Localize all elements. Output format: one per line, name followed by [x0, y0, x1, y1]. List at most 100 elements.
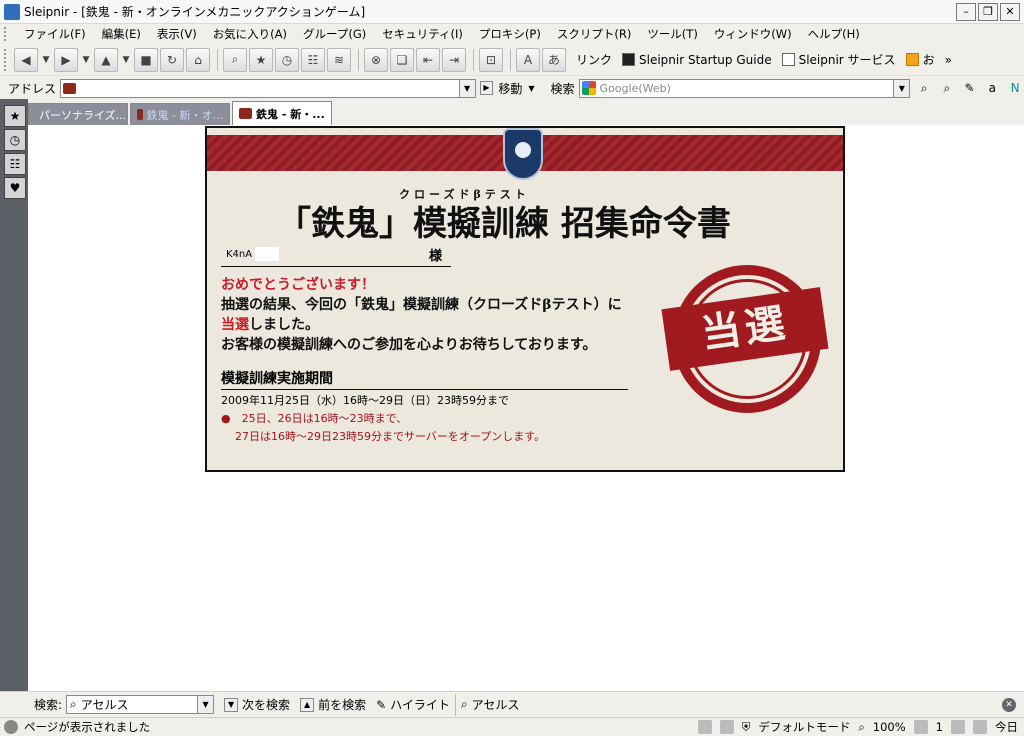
chevron-more-icon[interactable]: » — [945, 53, 952, 67]
menu-help[interactable]: ヘルプ(H) — [800, 26, 868, 42]
emblem-icon — [503, 128, 543, 180]
tab-personalize[interactable]: パーソナライズ... — [28, 103, 128, 125]
menu-script[interactable]: スクリプト(R) — [549, 26, 639, 42]
search-icon[interactable]: ⌕ — [915, 79, 933, 97]
menu-grip[interactable] — [4, 27, 8, 41]
tab-tekki-1[interactable]: 鉄鬼 - 新・オ... — [130, 103, 230, 125]
tree-view-icon[interactable]: ☷ — [4, 153, 26, 175]
rss-icon[interactable]: ≋ — [327, 47, 351, 72]
rss-feed-icon — [905, 53, 919, 66]
go-button[interactable]: 移動 — [498, 80, 522, 97]
amazon-icon[interactable]: a — [983, 79, 1001, 97]
menu-proxy[interactable]: プロキシ(P) — [471, 26, 549, 42]
period-note-1: ● 25日、26日は16時～23時まで、 — [221, 412, 408, 425]
recipient-name: K4nA — [226, 249, 253, 260]
menu-window[interactable]: ウィンドウ(W) — [706, 26, 800, 42]
back-icon[interactable]: ◀ — [14, 47, 38, 72]
home-icon[interactable]: ⌂ — [186, 47, 210, 72]
forward-icon[interactable]: ▶ — [54, 47, 78, 72]
highlight-pen-icon: ✎ — [376, 697, 387, 712]
window-controls: – ❐ ✕ — [956, 3, 1020, 21]
search-label: 検索 — [550, 81, 575, 96]
mode-label[interactable]: デフォルトモード — [758, 719, 850, 735]
close-findbar-icon[interactable]: ✕ — [1002, 698, 1016, 712]
up-dropdown-icon[interactable]: ▼ — [120, 48, 132, 72]
fullscreen-icon[interactable]: ⊡ — [479, 47, 503, 72]
menu-security[interactable]: セキュリティ(I) — [374, 26, 471, 42]
today-label[interactable]: 今日 — [995, 719, 1018, 735]
find-label: 検索: — [34, 698, 63, 712]
find-prev-button[interactable]: ▲ 前を検索 — [300, 696, 366, 713]
close-button[interactable]: ✕ — [1000, 3, 1020, 21]
period-date: 2009年11月25日（水）16時～29日（日）23時59分まで — [221, 394, 509, 407]
menu-edit[interactable]: 編集(E) — [94, 26, 149, 42]
find-next-button[interactable]: ▼ 次を検索 — [224, 696, 290, 713]
menu-bar: ファイル(F) 編集(E) 表示(V) お気に入り(A) グループ(G) セキュ… — [0, 24, 1024, 44]
rss-status-icon[interactable] — [951, 720, 965, 734]
menu-view[interactable]: 表示(V) — [149, 26, 205, 42]
search-page-icon[interactable]: ⌕ — [938, 79, 956, 97]
page-content: クローズドβテスト 「鉄鬼」模擬訓練 招集命令書 K4nA 様 おめでとうござい… — [28, 125, 1024, 691]
history-clock-icon[interactable]: ◷ — [275, 47, 299, 72]
search-panel-icon[interactable]: ⌕ — [223, 47, 247, 72]
link-rss[interactable]: お — [905, 51, 935, 68]
close-all-icon[interactable]: ⊗ — [364, 47, 388, 72]
weather-icon[interactable] — [973, 720, 987, 734]
find-separator — [454, 693, 456, 716]
find-dropdown-icon[interactable]: ▼ — [198, 695, 215, 714]
find-value: アセルス — [80, 698, 129, 712]
info-count[interactable]: 1 — [936, 720, 943, 734]
favorites-star-icon[interactable]: ★ — [4, 105, 26, 127]
stop-icon[interactable]: ■ — [134, 47, 158, 72]
history-icon[interactable]: ◷ — [4, 129, 26, 151]
tree-icon[interactable]: ☷ — [301, 47, 325, 72]
find-input[interactable]: ⌕ アセルス — [66, 695, 199, 714]
google-icon — [581, 81, 596, 95]
zoom-level[interactable]: 100% — [873, 720, 906, 734]
minimize-button[interactable]: – — [956, 3, 976, 21]
reload-icon[interactable]: ↻ — [160, 47, 184, 72]
menu-group[interactable]: グループ(G) — [295, 26, 374, 42]
up-arrow-icon: ▲ — [300, 697, 315, 712]
search-engine-input[interactable]: Google(Web) — [578, 78, 895, 98]
search-icon: ⌕ — [70, 697, 77, 711]
favorites-star-icon[interactable]: ★ — [249, 47, 273, 72]
win-word: 当選 — [221, 317, 249, 333]
menu-favorites[interactable]: お気に入り(A) — [205, 26, 295, 42]
address-input[interactable] — [60, 78, 460, 98]
font-size-icon[interactable]: A — [516, 47, 540, 72]
link-startup-guide[interactable]: Sleipnir Startup Guide — [622, 53, 772, 67]
link-sleipnir-service[interactable]: Sleipnir サービス — [781, 51, 896, 68]
arrange-left-icon[interactable]: ⇤ — [416, 47, 440, 72]
menu-file[interactable]: ファイル(F) — [16, 26, 94, 42]
eye-icon[interactable] — [697, 720, 712, 734]
back-dropdown-icon[interactable]: ▼ — [40, 48, 52, 72]
site-favicon-icon — [137, 109, 143, 120]
highlight-pen-icon[interactable]: ✎ — [961, 79, 979, 97]
link-startup-guide-label: Sleipnir Startup Guide — [639, 52, 772, 67]
tab-tekki-active[interactable]: 鉄鬼 - 新・... — [232, 101, 332, 125]
maximize-button[interactable]: ❐ — [978, 3, 998, 21]
honorific: 様 — [429, 249, 443, 264]
highlight-label: ハイライト — [390, 698, 450, 712]
find-word-button[interactable]: ⌕ アセルス — [461, 696, 520, 713]
period-heading: 模擬訓練実施期間 — [221, 368, 628, 390]
go-arrow-icon[interactable]: ▶ — [479, 81, 494, 95]
recipient-line: K4nA 様 — [221, 245, 451, 267]
highlight-button[interactable]: ✎ ハイライト — [376, 696, 450, 713]
menu-tools[interactable]: ツール(T) — [639, 26, 706, 42]
title-bar: Sleipnir - [鉄鬼 - 新・オンラインメカニックアクションゲーム] –… — [0, 0, 1024, 24]
address-dropdown-icon[interactable]: ▼ — [459, 78, 476, 98]
body-line-3: お客様の模擬訓練へのご参加を心よりお待ちしております。 — [221, 337, 597, 353]
nicovideo-icon[interactable]: N — [1006, 79, 1024, 97]
up-icon[interactable]: ▲ — [94, 47, 118, 72]
lock-icon[interactable] — [719, 720, 734, 734]
arrange-right-icon[interactable]: ⇥ — [442, 47, 466, 72]
bookmark-panel-icon[interactable]: ♥ — [4, 177, 26, 199]
window-tile-icon[interactable]: ❏ — [390, 47, 414, 72]
encoding-icon[interactable]: あ — [542, 47, 566, 72]
forward-dropdown-icon[interactable]: ▼ — [80, 48, 92, 72]
go-dropdown-icon[interactable]: ▼ — [528, 84, 534, 93]
search-dropdown-icon[interactable]: ▼ — [894, 78, 911, 98]
toolbar-grip[interactable] — [4, 48, 8, 71]
